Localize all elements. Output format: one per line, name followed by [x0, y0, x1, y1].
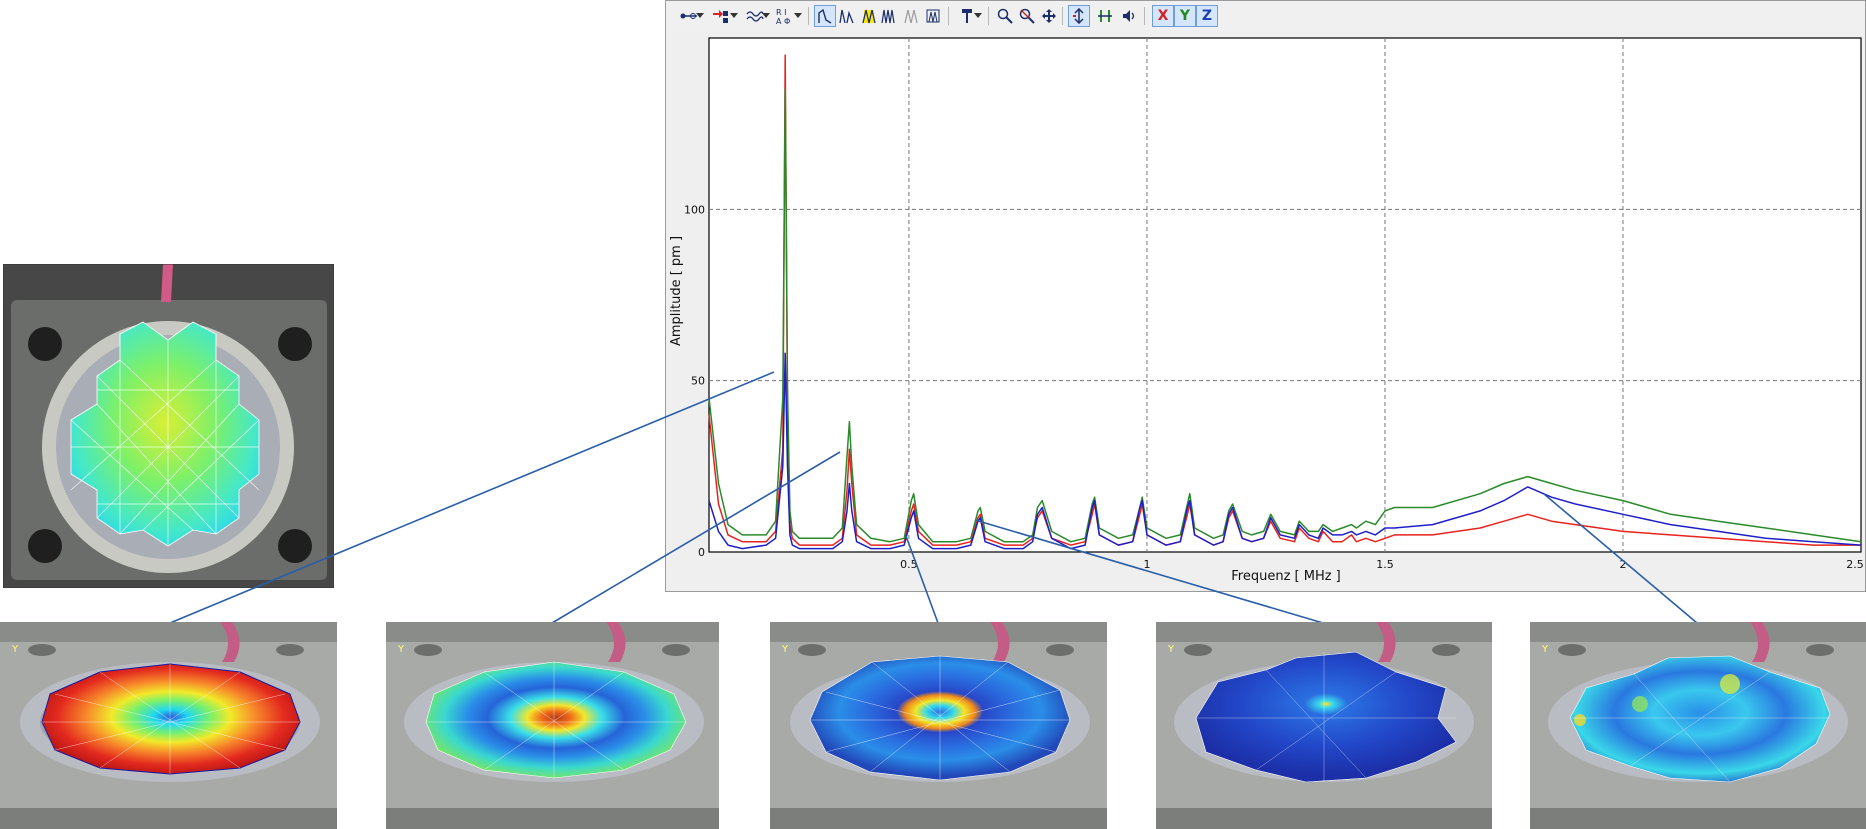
callout-line: [974, 519, 1324, 624]
callout-line: [905, 535, 939, 624]
mode-shape-5: Y: [1530, 622, 1866, 829]
svg-text:Y: Y: [11, 644, 19, 655]
svg-text:Y: Y: [781, 644, 789, 655]
mode-shape-1: Y: [0, 622, 337, 829]
svg-text:Y: Y: [1167, 644, 1175, 655]
mode-shape-3: Y: [770, 622, 1107, 829]
mode-shape-2: Y: [386, 622, 719, 829]
callout-line: [169, 371, 775, 624]
callout-line: [1543, 493, 1698, 624]
svg-text:Y: Y: [397, 644, 405, 655]
mode-shape-4: Y: [1156, 622, 1492, 829]
svg-text:Y: Y: [1541, 644, 1549, 655]
callout-line: [551, 451, 841, 624]
